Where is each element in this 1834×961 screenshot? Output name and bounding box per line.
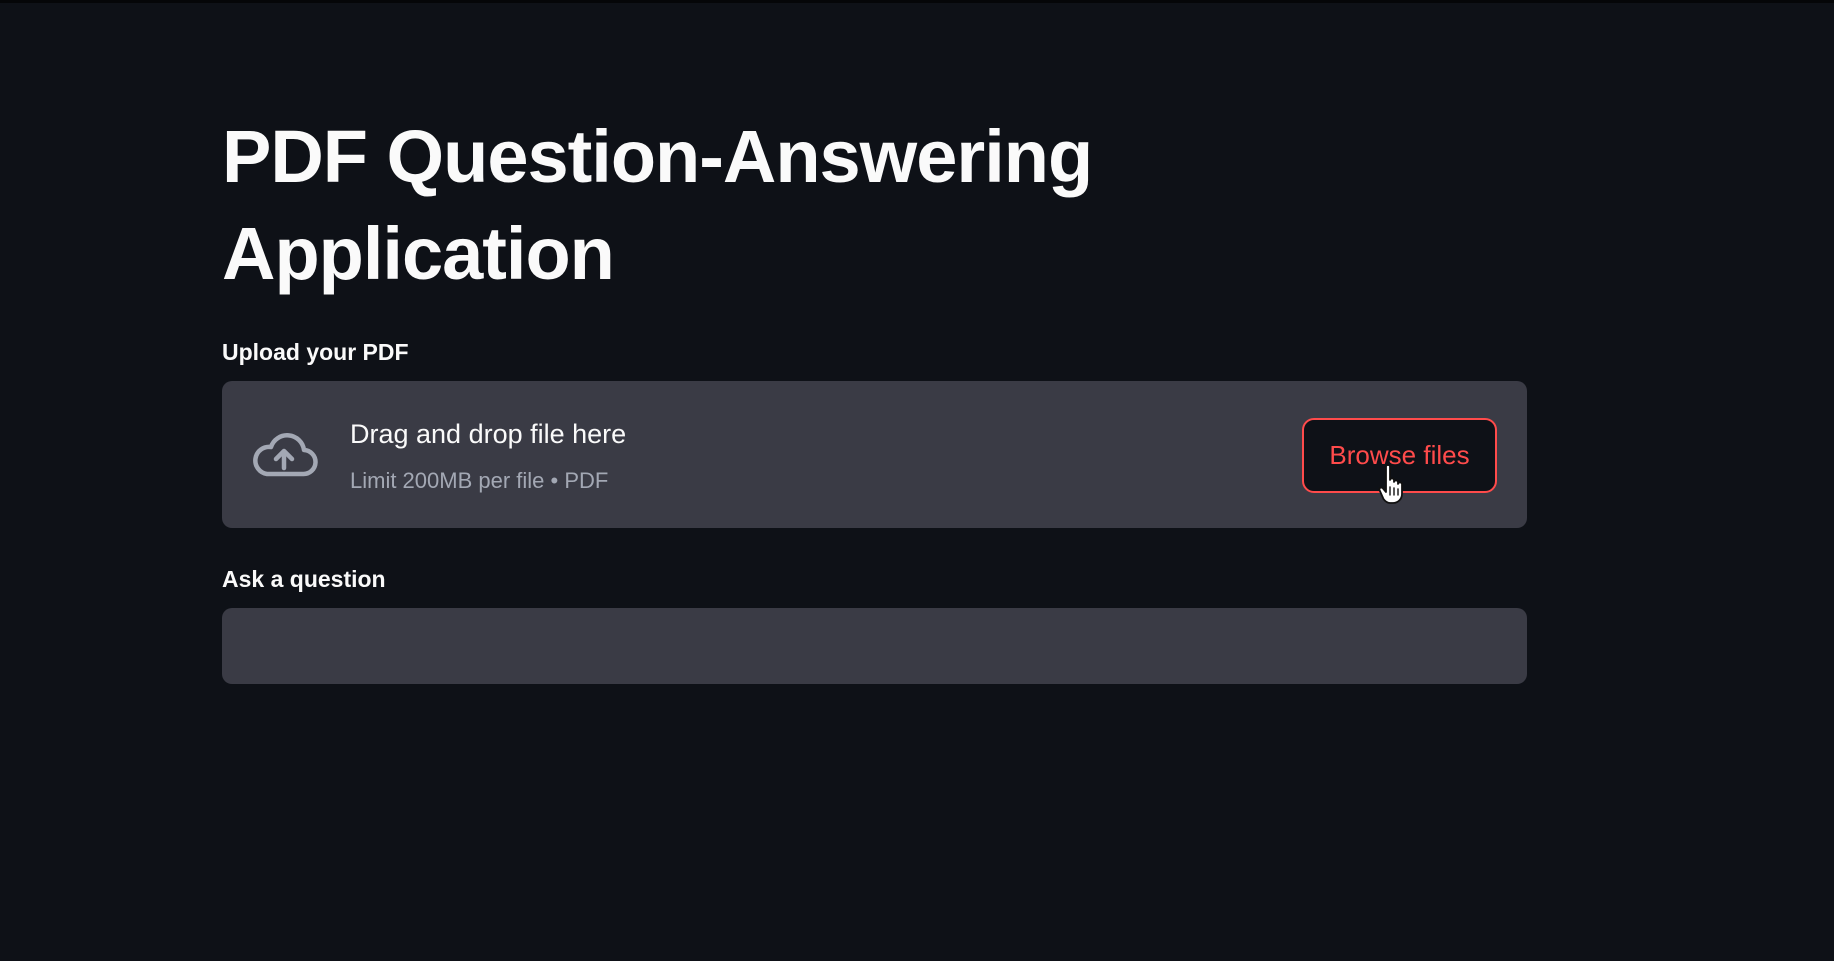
upload-label: Upload your PDF [222, 339, 409, 365]
question-input[interactable] [222, 608, 1527, 684]
question-label: Ask a question [222, 566, 386, 592]
file-dropzone[interactable]: Drag and drop file here Limit 200MB per … [222, 381, 1527, 528]
dropzone-title: Drag and drop file here [350, 419, 627, 449]
browse-files-button[interactable]: Browse files [1302, 418, 1497, 493]
dropzone-limit-hint: Limit 200MB per file • PDF [350, 468, 609, 493]
page-title: PDF Question-Answering Application [222, 115, 1093, 295]
window-top-edge [0, 0, 1834, 3]
cloud-upload-icon [253, 433, 318, 477]
